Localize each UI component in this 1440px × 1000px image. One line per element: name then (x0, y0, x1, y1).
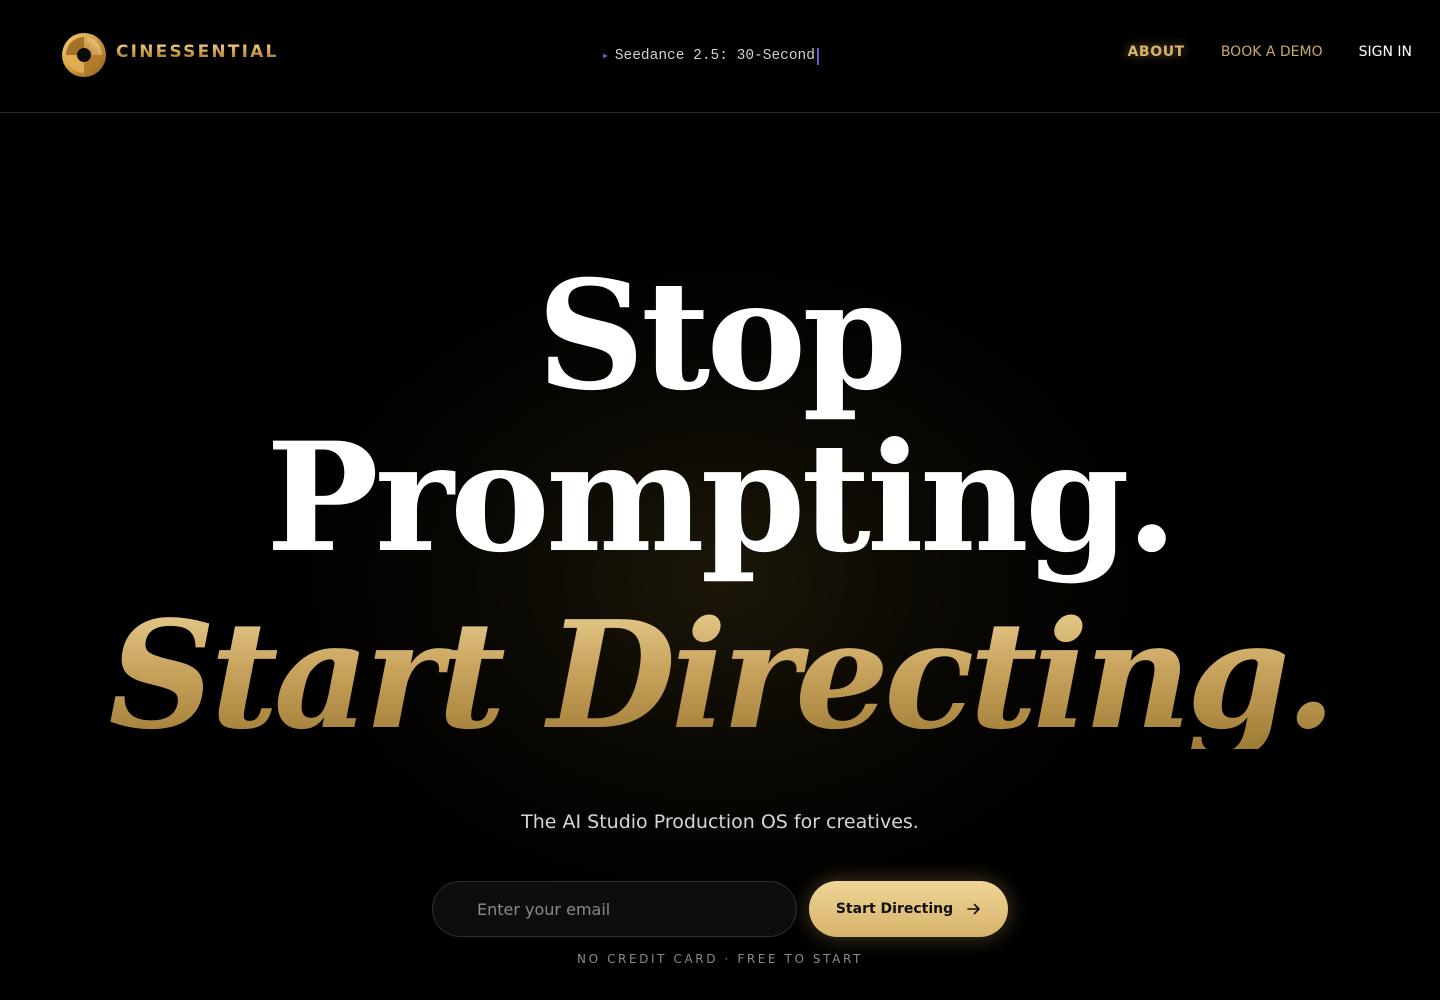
nav-about-link[interactable]: ABOUT (1128, 44, 1185, 60)
aperture-logo-icon (62, 33, 106, 77)
headline-line-stop: Stop (536, 248, 908, 424)
headline-line-prompting: Prompting. (266, 410, 1178, 586)
email-input[interactable] (432, 881, 797, 937)
headline-line-start-directing: Start Directing. (0, 601, 1440, 749)
nav-links: ABOUT BOOK A DEMO SIGN IN (1092, 44, 1413, 60)
nav-book-demo-link[interactable]: BOOK A DEMO (1221, 44, 1323, 60)
top-nav: CINESSENTIAL ▶ Seedance 2.5: 30-Second A… (0, 0, 1440, 113)
hero-tagline: The AI Studio Production OS for creative… (521, 811, 919, 833)
announcement-ticker[interactable]: ▶ Seedance 2.5: 30-Second (603, 45, 819, 67)
arrow-right-icon (967, 903, 980, 915)
signup-fineprint: NO CREDIT CARD · FREE TO START (577, 952, 863, 966)
brand-link[interactable]: CINESSENTIAL (61, 32, 279, 78)
brand-name: CINESSENTIAL (116, 42, 279, 62)
start-directing-button[interactable]: Start Directing (809, 881, 1008, 937)
play-triangle-icon: ▶ (603, 52, 608, 61)
typing-cursor (816, 47, 819, 65)
ticker-text: Seedance 2.5: 30-Second (614, 48, 815, 64)
landing-page: CINESSENTIAL ▶ Seedance 2.5: 30-Second A… (0, 0, 1440, 1000)
start-directing-label: Start Directing (835, 901, 954, 917)
nav-sign-in-link[interactable]: SIGN IN (1359, 44, 1412, 60)
signup-form: Start Directing (432, 881, 1008, 937)
